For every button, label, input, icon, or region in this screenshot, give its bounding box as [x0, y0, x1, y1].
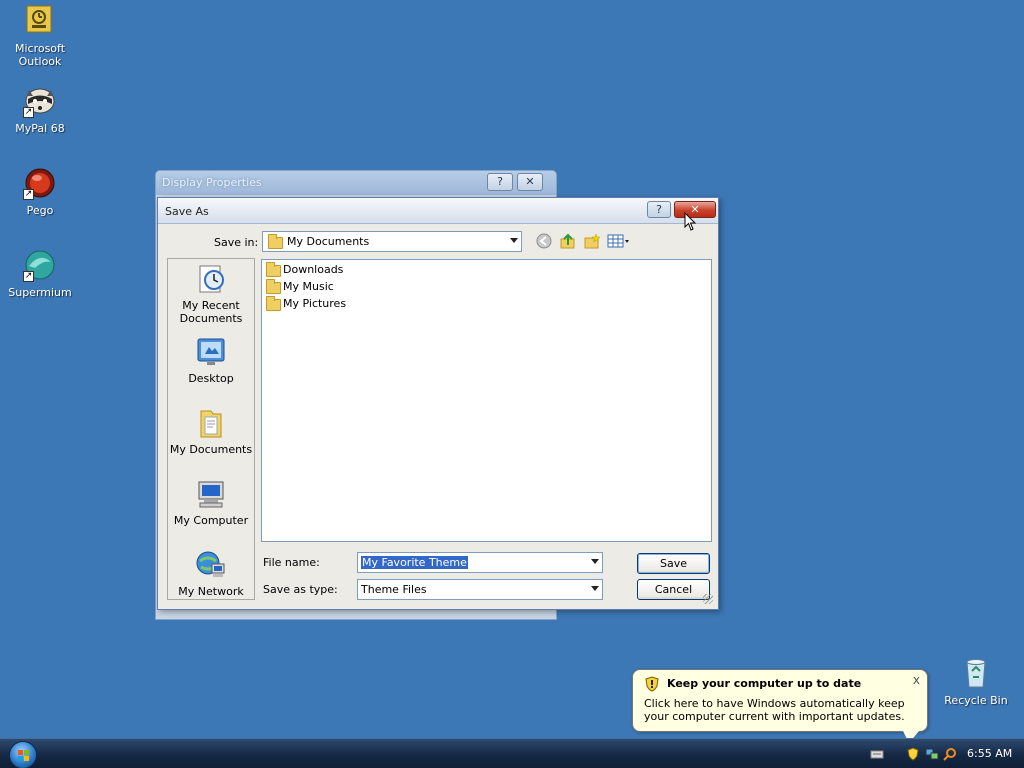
- desktop-icon-label: Outlook: [18, 55, 62, 68]
- places-bar: My Recent Documents Desktop My Documents…: [167, 258, 255, 600]
- dialog-title: Save As: [165, 205, 209, 218]
- my-computer-icon: [195, 478, 227, 510]
- list-item[interactable]: My Pictures: [265, 296, 346, 312]
- file-name-input[interactable]: My Favorite Theme: [357, 552, 603, 573]
- dialog-client-area: Save in: My Documents My Recent Document…: [162, 228, 714, 605]
- file-name: Downloads: [283, 263, 344, 276]
- desktop-icon-pego[interactable]: ↗ Pego: [0, 166, 80, 217]
- network-icon[interactable]: [925, 747, 939, 761]
- my-documents-icon: [195, 407, 227, 439]
- update-notification-balloon[interactable]: Keep your computer up to date x Click he…: [632, 669, 928, 743]
- folder-icon: [268, 234, 283, 249]
- my-network-icon: [195, 549, 227, 581]
- place-label: My Recent Documents: [179, 299, 243, 325]
- save-in-dropdown[interactable]: My Documents: [262, 231, 522, 252]
- save-as-type-value: Theme Files: [361, 583, 427, 596]
- security-shield-icon: [645, 676, 659, 692]
- save-button[interactable]: Save: [637, 553, 710, 574]
- search-icon[interactable]: [943, 747, 957, 761]
- close-icon[interactable]: x: [913, 673, 920, 687]
- keyboard-icon[interactable]: [870, 747, 884, 761]
- shortcut-arrow-icon: ↗: [23, 271, 34, 282]
- recent-documents-icon: [195, 263, 227, 295]
- supermium-icon: ↗: [23, 248, 57, 282]
- chevron-down-icon: [591, 586, 599, 591]
- balloon-text: Click here to have Windows automatically…: [644, 697, 905, 723]
- file-name: My Music: [283, 280, 334, 293]
- recycle-bin-icon: [959, 656, 993, 690]
- chevron-down-icon[interactable]: [591, 559, 599, 564]
- help-button[interactable]: ?: [487, 173, 513, 191]
- desktop-icon-outlook[interactable]: Microsoft Outlook: [0, 4, 80, 68]
- place-label: Desktop: [188, 372, 234, 385]
- folder-icon: [266, 262, 281, 277]
- taskbar: 6:55 AM: [0, 738, 1024, 768]
- raccoon-icon: ↗: [23, 84, 57, 118]
- desktop-icon-recycle-bin[interactable]: Recycle Bin: [936, 656, 1016, 707]
- file-name-label: File name:: [263, 556, 320, 569]
- security-shield-icon[interactable]: [906, 747, 920, 761]
- chevron-down-icon: [510, 238, 518, 243]
- help-button[interactable]: ?: [647, 201, 671, 218]
- desktop-icon-label: Recycle Bin: [944, 694, 1008, 707]
- save-in-value: My Documents: [287, 235, 370, 248]
- desktop-icon-label: Microsoft: [14, 42, 66, 55]
- file-list[interactable]: Downloads My Music My Pictures: [261, 259, 712, 542]
- window-title: Display Properties: [162, 176, 262, 189]
- desktop-icon: [195, 336, 227, 368]
- views-menu-icon[interactable]: [607, 233, 631, 249]
- pego-icon: ↗: [23, 166, 57, 200]
- desktop-icon-label: Supermium: [8, 286, 72, 299]
- save-as-titlebar[interactable]: Save As ? ✕: [158, 198, 718, 224]
- place-desktop[interactable]: Desktop: [168, 336, 254, 385]
- save-in-label: Save in:: [214, 236, 259, 249]
- pictures-folder-icon: [266, 296, 281, 311]
- file-name-value: My Favorite Theme: [361, 556, 468, 569]
- desktop-icon-supermium[interactable]: ↗ Supermium: [0, 248, 80, 299]
- back-icon[interactable]: [535, 233, 553, 249]
- place-recent-documents[interactable]: My Recent Documents: [168, 263, 254, 325]
- music-folder-icon: [266, 279, 281, 294]
- shortcut-arrow-icon: ↗: [23, 107, 34, 118]
- cancel-button[interactable]: Cancel: [637, 579, 710, 600]
- place-my-computer[interactable]: My Computer: [168, 478, 254, 527]
- list-item[interactable]: Downloads: [265, 262, 343, 278]
- desktop-icon-label: Pego: [26, 204, 54, 217]
- new-folder-icon[interactable]: [583, 233, 601, 249]
- close-button[interactable]: ✕: [517, 173, 543, 191]
- place-label: My Network: [178, 585, 244, 598]
- mouse-cursor-icon: [684, 211, 698, 232]
- save-as-dialog: Save As ? ✕ Save in: My Documents My Rec…: [157, 197, 719, 610]
- start-button[interactable]: [9, 741, 37, 768]
- shortcut-arrow-icon: ↗: [23, 189, 34, 200]
- place-my-documents[interactable]: My Documents: [168, 407, 254, 456]
- display-properties-titlebar[interactable]: Display Properties ? ✕: [156, 171, 556, 195]
- place-my-network[interactable]: My Network: [168, 549, 254, 598]
- resize-grip[interactable]: [703, 594, 713, 604]
- desktop-icon-label: MyPal 68: [15, 122, 65, 135]
- list-item[interactable]: My Music: [265, 279, 334, 295]
- place-label: My Computer: [173, 514, 249, 527]
- outlook-icon: [23, 4, 57, 38]
- balloon-title: Keep your computer up to date: [667, 677, 862, 690]
- save-as-type-dropdown[interactable]: Theme Files: [357, 579, 603, 600]
- clock[interactable]: 6:55 AM: [967, 747, 1012, 760]
- desktop-icon-mypal[interactable]: ↗ MyPal 68: [0, 84, 80, 135]
- file-name: My Pictures: [283, 297, 347, 310]
- save-as-type-label: Save as type:: [263, 583, 338, 596]
- up-folder-icon[interactable]: [559, 233, 577, 249]
- place-label: My Documents: [169, 443, 253, 456]
